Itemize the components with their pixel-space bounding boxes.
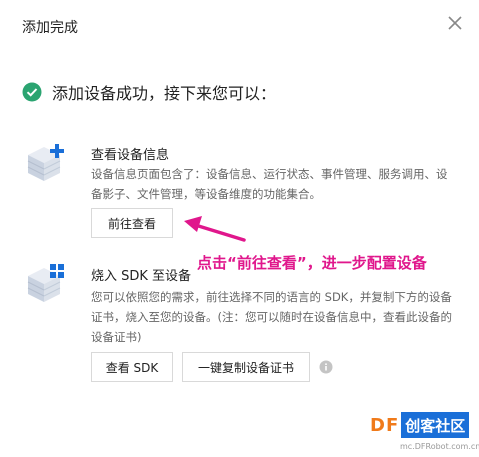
watermark-community: 创客社区	[401, 412, 470, 438]
success-message: 添加设备成功，接下来您可以：	[52, 84, 277, 103]
watermark-url: mc.DFRobot.com.cn	[400, 442, 479, 451]
section-title-view-info: 查看设备信息	[91, 148, 170, 163]
view-sdk-button[interactable]: 查看 SDK	[91, 352, 173, 382]
go-view-button[interactable]: 前往查看	[91, 208, 173, 238]
device-info-icon	[27, 144, 64, 181]
info-icon[interactable]	[319, 360, 333, 374]
watermark-logo: DF 创客社区	[370, 412, 470, 438]
success-row: 添加设备成功，接下来您可以：	[22, 80, 276, 104]
watermark-df: DF	[370, 414, 400, 436]
dialog-title: 添加完成	[22, 20, 78, 36]
sdk-device-icon	[27, 264, 64, 302]
annotation-text: 点击“前往查看”，进一步配置设备	[197, 254, 427, 272]
check-circle-icon	[22, 82, 42, 102]
section-desc-view-info: 设备信息页面包含了：设备信息、运行状态、事件管理、服务调用、设备影子、文件管理，…	[91, 167, 448, 201]
section-title-flash-sdk: 烧入 SDK 至设备	[91, 269, 192, 284]
copy-certificate-button[interactable]: 一键复制设备证书	[182, 352, 310, 382]
close-icon[interactable]	[446, 14, 464, 32]
add-complete-dialog: 添加完成 添加设备成功，接下来您可以： 查看设备信息 设备信息页面包含了：设备信…	[0, 0, 479, 457]
annotation-arrow-icon	[184, 216, 246, 242]
section-desc-flash-sdk: 您可以依照您的需求，前往选择不同的语言的 SDK，并复制下方的设备证书，烧入至您…	[91, 290, 452, 344]
